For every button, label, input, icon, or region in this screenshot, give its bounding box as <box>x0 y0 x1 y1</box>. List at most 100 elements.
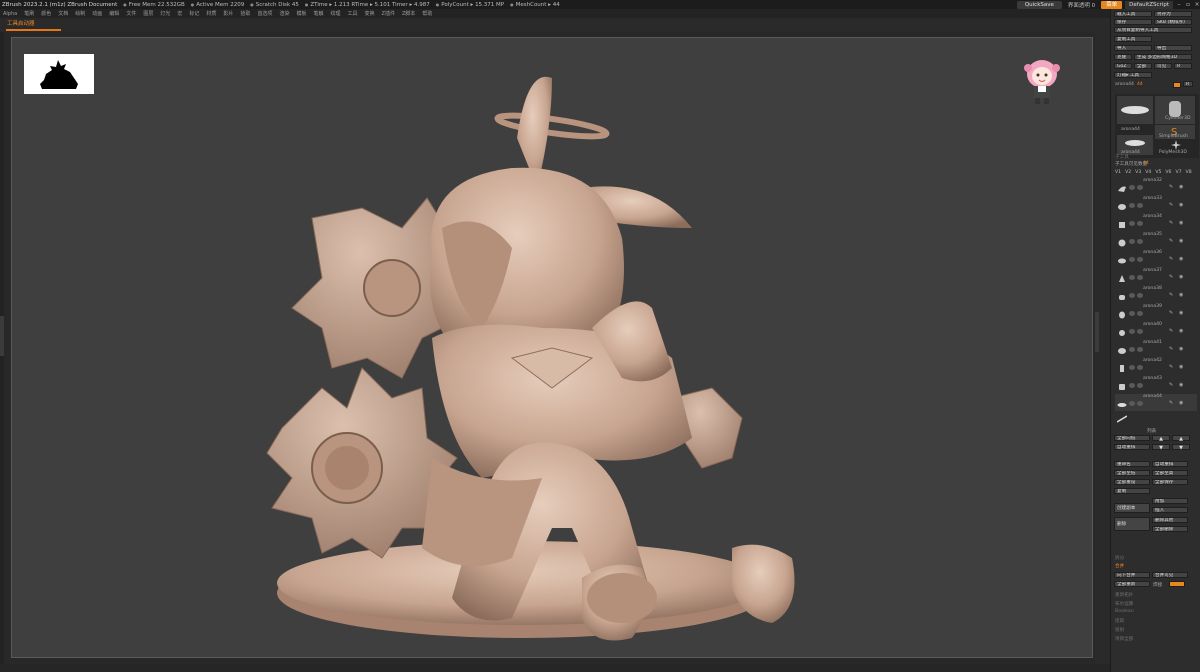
live-boolean-label[interactable]: Boolean <box>1115 609 1134 614</box>
eye-icon[interactable]: ◉ <box>1179 346 1183 352</box>
eye-icon[interactable]: ◉ <box>1179 292 1183 298</box>
polypaint-toggle-icon[interactable] <box>1137 311 1143 316</box>
project-all-label[interactable]: 项目全部 <box>1115 636 1133 642</box>
copy-tool-button[interactable]: 复制工具 <box>1114 36 1152 42</box>
version-v4[interactable]: V4 <box>1145 170 1151 175</box>
load-tool-button[interactable]: 载入工具 <box>1114 11 1152 17</box>
menu-zscript[interactable]: Z脚本 <box>402 10 415 17</box>
eye-icon[interactable]: ◉ <box>1179 382 1183 388</box>
menu-tool[interactable]: 工具 <box>348 10 358 17</box>
visibility-toggle-icon[interactable] <box>1129 329 1135 334</box>
brush-icon[interactable]: ✎ <box>1169 220 1173 226</box>
maximize-icon[interactable]: ▫ <box>1185 1 1191 8</box>
quicksave-button[interactable]: QuickSave <box>1016 0 1062 9</box>
clone-button[interactable]: 克隆 <box>1114 54 1132 60</box>
polypaint-toggle-icon[interactable] <box>1137 221 1143 226</box>
brush-icon[interactable]: ✎ <box>1169 400 1173 406</box>
polypaint-toggle-icon[interactable] <box>1137 383 1143 388</box>
menu-movie[interactable]: 动画 <box>92 10 102 17</box>
menu-draw[interactable]: 绘制 <box>75 10 85 17</box>
boolean-section-label[interactable]: 布尔运算 <box>1115 601 1133 607</box>
subtool-row[interactable]: ✎ ◉ arona36 <box>1115 250 1197 267</box>
extract-section-label[interactable]: 提取 <box>1115 618 1124 624</box>
all-low-button[interactable]: 全部向低 <box>1114 435 1150 441</box>
new-doc-button[interactable]: 创建副本 <box>1114 503 1150 513</box>
polypaint-toggle-icon[interactable] <box>1137 257 1143 262</box>
visibility-toggle-icon[interactable] <box>1129 203 1135 208</box>
subtool-row[interactable]: ✎ ◉ arona37 <box>1115 268 1197 285</box>
delete-all-button[interactable]: 全部删除 <box>1152 526 1188 532</box>
all-save-button[interactable]: 全部保存 <box>1152 479 1188 485</box>
brush-icon[interactable]: ✎ <box>1169 328 1173 334</box>
visibility-toggle-icon[interactable] <box>1129 347 1135 352</box>
weld-toggle[interactable] <box>1169 581 1185 587</box>
brush-icon[interactable]: ✎ <box>1169 238 1173 244</box>
eye-icon[interactable]: ◉ <box>1179 238 1183 244</box>
import-button[interactable]: 导入 <box>1114 45 1152 51</box>
left-tray-handle[interactable] <box>0 316 4 356</box>
eye-icon[interactable]: ◉ <box>1179 400 1183 406</box>
remesh-all-button[interactable]: 全部重新 <box>1114 581 1150 587</box>
sculpt-model[interactable] <box>252 58 812 658</box>
subtool-row[interactable]: ✎ ◉ arona38 <box>1115 286 1197 303</box>
visibility-toggle-icon[interactable] <box>1129 383 1135 388</box>
menu-material[interactable]: 材质 <box>206 10 216 17</box>
brush-icon[interactable]: ✎ <box>1169 292 1173 298</box>
visibility-toggle-icon[interactable] <box>1129 275 1135 280</box>
menu-render[interactable]: 渲染 <box>279 10 289 17</box>
subtool-row[interactable]: ✎ ◉ arona33 <box>1115 196 1197 213</box>
brush-icon[interactable]: ✎ <box>1169 310 1173 316</box>
subtool-row[interactable]: ✎ ◉ arona39 <box>1115 304 1197 321</box>
subtool-row-selected[interactable]: ✎ ◉ arona44 <box>1115 394 1197 411</box>
menu-macro[interactable]: 宏 <box>177 10 182 17</box>
brush-icon[interactable]: ✎ <box>1169 202 1173 208</box>
subtool-row[interactable]: ✎ ◉ arona34 <box>1115 214 1197 231</box>
menu-stroke[interactable]: 笔触 <box>313 10 323 17</box>
subtool-row[interactable]: ✎ ◉ arona43 <box>1115 376 1197 393</box>
r-small-button[interactable]: R <box>1183 81 1193 87</box>
menu-layer[interactable]: 图层 <box>143 10 153 17</box>
menu-file[interactable]: 文件 <box>126 10 136 17</box>
brush-icon[interactable]: ✎ <box>1169 382 1173 388</box>
subtool-section-header[interactable]: 子工具 <box>1115 154 1129 160</box>
version-v7[interactable]: V7 <box>1175 170 1181 175</box>
menu-document[interactable]: 文档 <box>58 10 68 17</box>
eye-icon[interactable]: ◉ <box>1179 274 1183 280</box>
delete-other-button[interactable]: 删除其他 <box>1152 517 1188 523</box>
copy-button[interactable]: 复制 <box>1114 488 1150 494</box>
delete-button[interactable]: 删除 <box>1114 517 1150 531</box>
version-v2[interactable]: V2 <box>1125 170 1131 175</box>
lightbox-tools-button[interactable]: 灯箱▸ 工具 <box>1114 72 1152 78</box>
version-v3[interactable]: V3 <box>1135 170 1141 175</box>
menu-marker[interactable]: 标记 <box>189 10 199 17</box>
tool-slider-knob[interactable] <box>1173 82 1181 88</box>
save-button[interactable]: 保存 <box>1114 19 1152 25</box>
menu-edit[interactable]: 编辑 <box>109 10 119 17</box>
version-v5[interactable]: V5 <box>1155 170 1161 175</box>
visibility-toggle-icon[interactable] <box>1129 293 1135 298</box>
menu-color[interactable]: 颜色 <box>41 10 51 17</box>
visibility-toggle-icon[interactable] <box>1129 239 1135 244</box>
default-script-button[interactable]: DefaultZScript <box>1125 0 1173 9</box>
project-copy-button[interactable]: 从项目复制导入工具 <box>1114 27 1192 33</box>
auto-reorder-button[interactable]: 自动重排 <box>1114 444 1150 450</box>
polypaint-toggle-icon[interactable] <box>1137 329 1143 334</box>
polypaint-toggle-icon[interactable] <box>1137 401 1143 406</box>
version-v1[interactable]: V1 <box>1115 170 1121 175</box>
polypaint-toggle-icon[interactable] <box>1137 293 1143 298</box>
move-up-arrow-icon[interactable]: ▲ <box>1152 435 1170 442</box>
version-v6[interactable]: V6 <box>1165 170 1171 175</box>
remesh-section-label[interactable]: 重新拓扑 <box>1115 592 1133 598</box>
document-canvas[interactable] <box>11 37 1093 658</box>
menu-preferences[interactable]: 首选项 <box>257 10 272 17</box>
eye-icon[interactable]: ◉ <box>1179 220 1183 226</box>
eye-icon[interactable]: ◉ <box>1179 328 1183 334</box>
menu-button[interactable]: 菜单 <box>1101 0 1123 9</box>
menu-brush[interactable]: 笔刷 <box>24 10 34 17</box>
visibility-toggle-icon[interactable] <box>1129 311 1135 316</box>
tool-thumb-arona44[interactable] <box>1117 96 1153 124</box>
menu-movie2[interactable]: 影片 <box>223 10 233 17</box>
rename-button[interactable]: 重命名 <box>1114 461 1150 467</box>
brush-icon[interactable]: ✎ <box>1169 274 1173 280</box>
visibility-toggle-icon[interactable] <box>1129 185 1135 190</box>
